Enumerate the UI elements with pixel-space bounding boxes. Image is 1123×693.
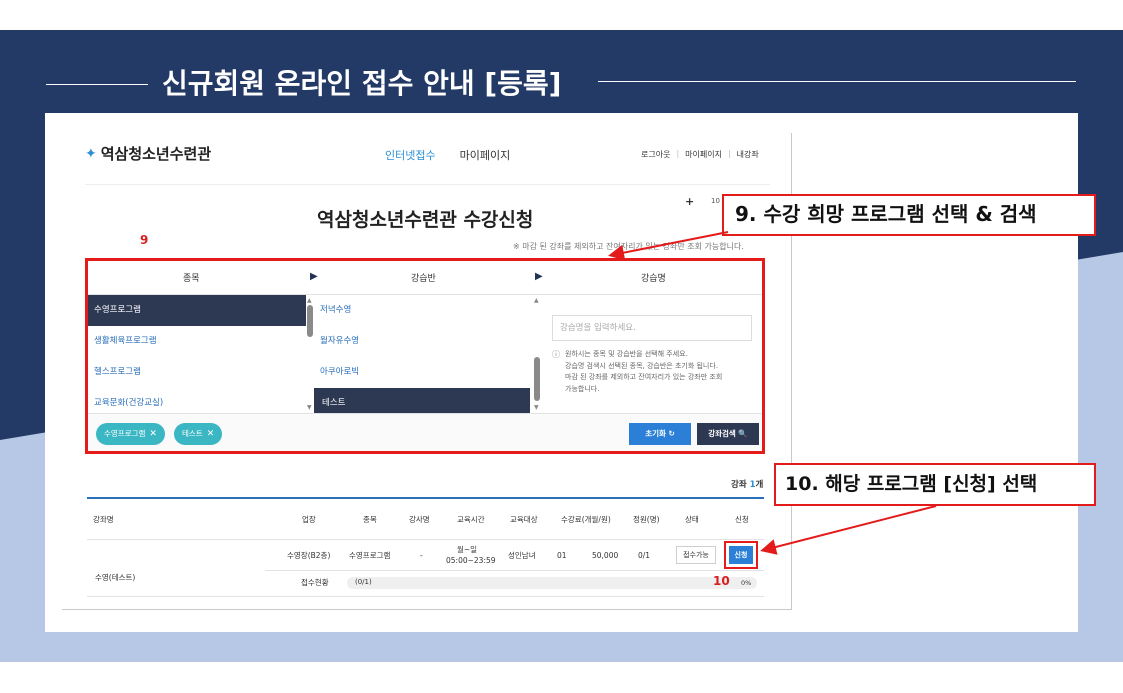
header-class: 강습반: [411, 274, 436, 284]
chip-label: 테스트: [182, 429, 203, 438]
chip-label: 수영프로그램: [104, 429, 146, 438]
caret-right-icon: ▶: [535, 271, 543, 282]
cell-capacity: 0/1: [638, 551, 651, 560]
mypage-link[interactable]: 마이페이지: [685, 149, 722, 160]
class-item[interactable]: 월자유수영: [306, 326, 532, 357]
class-item[interactable]: 저녁수영: [306, 295, 532, 326]
help-line: 마감 된 강좌를 제외하고 잔여자리가 있는 강좌만 조회: [565, 373, 723, 381]
nav-mypage[interactable]: 마이페이지: [460, 147, 511, 163]
col-header: 정원(명): [633, 515, 660, 524]
step-marker-10: 10: [713, 574, 730, 588]
progress-label: (0/1): [355, 578, 372, 586]
step-marker-9: 9: [140, 233, 149, 247]
course-table: 강좌명 업장 종목 강사명 교육시간 교육대상 수강료(개월/원) 정원(명) …: [87, 497, 764, 597]
close-icon[interactable]: ✕: [149, 429, 157, 439]
scroll-down-icon[interactable]: ▼: [534, 404, 539, 411]
count-unit: 개: [755, 480, 764, 490]
util-separator: |: [727, 149, 731, 158]
selector-header: 종목 ▶ 강습반 ▶ 강습명: [88, 261, 762, 295]
zoom-level: 10: [711, 197, 720, 205]
col-header: 수강료(개월/원): [561, 515, 611, 524]
info-icon: ⓘ: [552, 350, 560, 359]
help-line: 원하시는 종목 및 강습반을 선택해 주세요.: [565, 350, 688, 358]
nav-internet-apply[interactable]: 인터넷접수: [385, 147, 436, 163]
header-course-name: 강습명: [641, 274, 666, 284]
help-line: 가능합니다.: [565, 384, 600, 393]
cell-months: 01: [557, 551, 567, 560]
my-courses-link[interactable]: 내강좌: [737, 149, 759, 160]
course-name-input[interactable]: [552, 315, 752, 341]
category-item[interactable]: 생활체육프로그램: [88, 326, 306, 357]
close-icon[interactable]: ✕: [207, 429, 215, 439]
progress-percent: 0%: [741, 579, 752, 587]
header-category: 종목: [183, 274, 200, 284]
col-header: 강사명: [409, 515, 430, 524]
callout-step-9: 9. 수강 희망 프로그램 선택 & 검색: [722, 194, 1096, 236]
header-divider: [85, 184, 770, 185]
class-item[interactable]: 아쿠아로빅: [306, 357, 532, 388]
callout-step-10: 10. 해당 프로그램 [신청] 선택: [774, 463, 1096, 506]
selected-chip-class[interactable]: 테스트 ✕: [174, 423, 223, 445]
col-header: 업장: [302, 515, 316, 524]
cell-target: 성인남녀: [508, 551, 536, 560]
logo-text: 역삼청소년수련관: [100, 145, 212, 163]
help-line: 강습명 검색시 선택된 종목, 강습반은 초기화 됩니다.: [565, 361, 719, 370]
col-header: 교육시간: [457, 515, 485, 524]
class-list: 저녁수영 월자유수영 아쿠아로빅 테스트: [306, 295, 532, 413]
cell-venue: 수영장(B2층): [287, 551, 331, 560]
zoom-in-icon[interactable]: +: [685, 195, 694, 208]
screenshot-card: ✦ 역삼청소년수련관 인터넷접수 마이페이지 로그아웃 | 마이페이지 | 내강…: [45, 113, 1078, 632]
util-separator: |: [676, 149, 680, 158]
cell-category: 수영프로그램: [349, 551, 391, 560]
page-title: 역삼청소년수련관 수강신청: [317, 209, 534, 231]
col-header: 종목: [363, 515, 377, 524]
util-nav: 로그아웃 | 마이페이지 | 내강좌: [641, 149, 759, 160]
site-logo[interactable]: ✦ 역삼청소년수련관: [85, 143, 211, 164]
slide-title: 신규회원 온라인 접수 안내 [등록]: [162, 67, 562, 100]
row-divider: [87, 596, 764, 597]
col-header: 강좌명: [93, 515, 114, 524]
slide-background-bottom: [0, 662, 1123, 693]
class-item[interactable]: 테스트: [314, 388, 530, 413]
search-notice: ※ 마감 된 강좌를 제외하고 잔여자리가 있는 강좌만 조회 가능합니다.: [513, 242, 744, 251]
status-badge: 접수가능: [676, 546, 716, 564]
progress-title: 접수현황: [301, 578, 329, 587]
main-nav: 인터넷접수 마이페이지: [385, 147, 510, 163]
sprout-icon: ✦: [85, 145, 97, 162]
category-item[interactable]: 교육문화(건강교실): [88, 388, 306, 413]
program-selector: 종목 ▶ 강습반 ▶ 강습명 수영프로그램 생활체육프로그램 헬스프로그램 교육…: [85, 258, 765, 454]
cell-fee: 50,000: [592, 551, 619, 560]
course-search-button[interactable]: 강좌검색 🔍: [697, 423, 759, 445]
cell-course-name[interactable]: 수영(테스트): [95, 573, 135, 583]
result-count: 강좌 1개: [731, 478, 763, 490]
scroll-up-icon[interactable]: ▲: [534, 297, 539, 304]
registration-progress: (0/1): [347, 577, 757, 589]
class-scrollbar[interactable]: [534, 357, 540, 401]
cell-instructor: -: [420, 551, 423, 560]
selected-chip-category[interactable]: 수영프로그램 ✕: [96, 423, 165, 445]
count-label: 강좌: [731, 480, 747, 490]
row-divider: [265, 570, 764, 571]
category-item[interactable]: 수영프로그램: [88, 295, 306, 326]
selector-footer: 수영프로그램 ✕ 테스트 ✕ 초기화 ↻ 강좌검색 🔍: [88, 413, 762, 451]
cell-time: 05:00~23:59: [446, 556, 496, 565]
col-header: 교육대상: [510, 515, 538, 524]
category-list: 수영프로그램 생활체육프로그램 헬스프로그램 교육문화(건강교실): [88, 295, 306, 413]
course-search-panel: ⓘ 원하시는 종목 및 강습반을 선택해 주세요. 강습명 검색시 선택된 종목…: [548, 295, 762, 413]
logout-link[interactable]: 로그아웃: [641, 149, 670, 160]
category-item[interactable]: 헬스프로그램: [88, 357, 306, 388]
apply-highlight: [724, 541, 758, 569]
reset-button[interactable]: 초기화 ↻: [629, 423, 691, 445]
title-rule-right: [598, 81, 1076, 82]
col-header: 신청: [735, 515, 749, 524]
title-rule-left: [46, 84, 148, 85]
search-help: ⓘ 원하시는 종목 및 강습반을 선택해 주세요. 강습명 검색시 선택된 종목…: [552, 349, 758, 395]
caret-right-icon: ▶: [310, 271, 318, 282]
cell-days: 월~일: [457, 545, 478, 554]
row-divider: [87, 539, 764, 540]
col-header: 상태: [685, 515, 699, 524]
